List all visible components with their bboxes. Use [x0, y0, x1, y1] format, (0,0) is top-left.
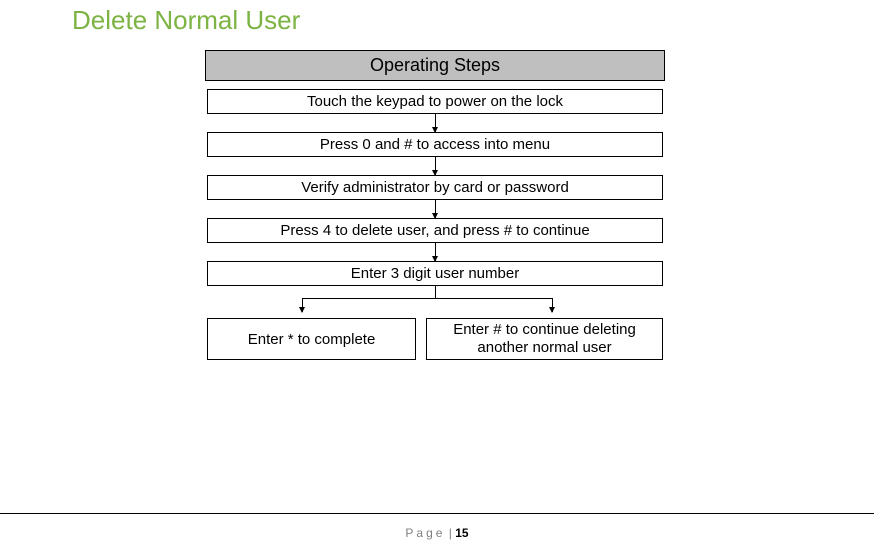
step-5: Enter 3 digit user number	[207, 261, 663, 286]
branch-connector	[207, 286, 663, 318]
branch-continue: Enter # to continue deleting another nor…	[426, 318, 663, 360]
steps-header: Operating Steps	[205, 50, 665, 81]
arrow-down-icon	[435, 114, 436, 132]
footer-sep: |	[445, 526, 455, 540]
branch-complete: Enter * to complete	[207, 318, 416, 360]
page-number: 15	[455, 526, 468, 540]
footer-divider	[0, 513, 874, 514]
branch-row: Enter * to complete Enter # to continue …	[207, 318, 663, 360]
step-1: Touch the keypad to power on the lock	[207, 89, 663, 114]
section-title: Delete Normal User	[72, 5, 874, 36]
arrow-down-icon	[435, 200, 436, 218]
flowchart: Operating Steps Touch the keypad to powe…	[205, 50, 665, 360]
step-3: Verify administrator by card or password	[207, 175, 663, 200]
page-footer: Page | 15	[0, 526, 874, 540]
arrow-down-icon	[435, 243, 436, 261]
arrow-down-icon	[435, 157, 436, 175]
step-2: Press 0 and # to access into menu	[207, 132, 663, 157]
step-4: Press 4 to delete user, and press # to c…	[207, 218, 663, 243]
footer-label: Page	[405, 526, 445, 540]
